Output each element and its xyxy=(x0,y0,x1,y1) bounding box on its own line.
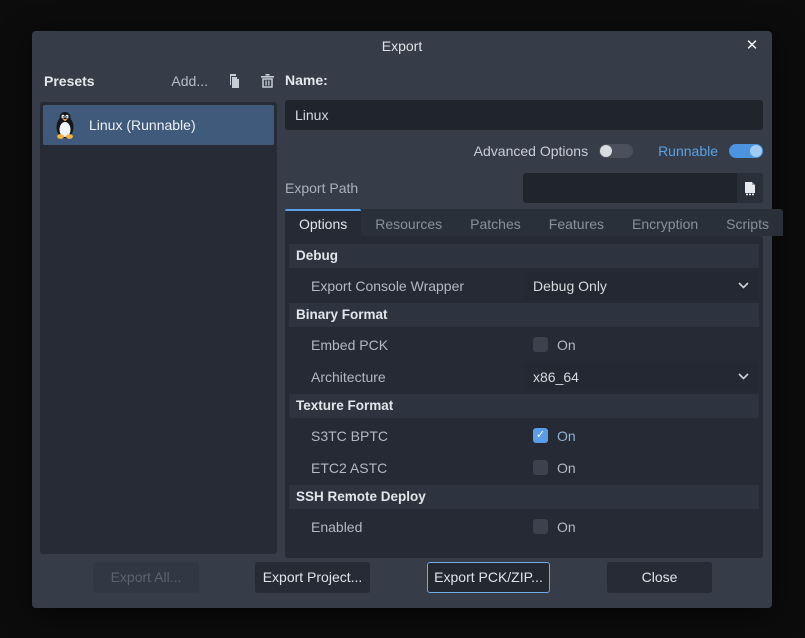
toggle-knob xyxy=(750,145,762,157)
presets-header: Presets Add... xyxy=(40,69,277,93)
add-preset-button[interactable]: Add... xyxy=(171,73,208,89)
section-header-texture-format: Texture Format xyxy=(289,394,759,418)
property-row-etc2-astc: ETC2 ASTC ✓ On xyxy=(289,453,759,482)
trash-icon xyxy=(260,73,275,89)
checkbox-label: On xyxy=(557,428,576,444)
runnable-label: Runnable xyxy=(658,143,718,159)
section-header-binary-format: Binary Format xyxy=(289,303,759,327)
tab-encryption[interactable]: Encryption xyxy=(618,209,712,236)
ssh-enabled-checkbox[interactable]: ✓ xyxy=(533,519,548,534)
tab-scripts[interactable]: Scripts xyxy=(712,209,783,236)
property-row-embed-pck: Embed PCK ✓ On xyxy=(289,330,759,359)
checkbox-label: On xyxy=(557,519,576,535)
chevron-down-icon xyxy=(738,282,749,289)
options-panel: Debug Export Console Wrapper Debug Only … xyxy=(285,236,763,558)
name-label: Name: xyxy=(285,69,763,93)
export-dialog: Export ✕ Presets Add... xyxy=(32,31,772,608)
property-row-enabled: Enabled ✓ On xyxy=(289,512,759,541)
export-pck-zip-button[interactable]: Export PCK/ZIP... xyxy=(427,562,550,593)
tab-resources[interactable]: Resources xyxy=(361,209,456,236)
property-row-s3tc-bptc: S3TC BPTC ✓ On xyxy=(289,421,759,450)
tab-features[interactable]: Features xyxy=(535,209,618,236)
s3tc-bptc-checkbox[interactable]: ✓ xyxy=(533,428,548,443)
property-label: Export Console Wrapper xyxy=(289,278,524,294)
presets-panel: Presets Add... xyxy=(40,69,277,554)
checkbox-label: On xyxy=(557,337,576,353)
copy-icon xyxy=(226,73,242,89)
architecture-dropdown[interactable]: x86_64 xyxy=(524,362,758,391)
file-icon xyxy=(743,181,757,196)
property-row-architecture: Architecture x86_64 xyxy=(289,362,759,391)
delete-preset-button[interactable] xyxy=(257,71,277,91)
export-path-row: Export Path xyxy=(285,173,763,203)
browse-path-button[interactable] xyxy=(737,173,763,203)
toggles-row: Advanced Options Runnable xyxy=(285,136,763,166)
property-label: ETC2 ASTC xyxy=(289,460,524,476)
export-project-button[interactable]: Export Project... xyxy=(255,562,370,593)
linux-tux-icon xyxy=(54,111,76,139)
property-label: S3TC BPTC xyxy=(289,428,524,444)
export-path-label: Export Path xyxy=(285,180,523,196)
name-input[interactable]: Linux xyxy=(285,100,763,130)
section-header-debug: Debug xyxy=(289,244,759,268)
property-row-export-console-wrapper: Export Console Wrapper Debug Only xyxy=(289,271,759,300)
preset-list: Linux (Runnable) xyxy=(40,102,277,554)
duplicate-preset-button[interactable] xyxy=(224,71,244,91)
dropdown-value: x86_64 xyxy=(533,369,738,385)
tab-options[interactable]: Options xyxy=(285,209,361,236)
embed-pck-checkbox[interactable]: ✓ xyxy=(533,337,548,352)
runnable-toggle[interactable] xyxy=(729,144,763,158)
advanced-options-label: Advanced Options xyxy=(474,143,588,159)
property-label: Enabled xyxy=(289,519,524,535)
tab-bar: Options Resources Patches Features Encry… xyxy=(285,209,783,236)
property-label: Architecture xyxy=(289,369,524,385)
preset-item-linux[interactable]: Linux (Runnable) xyxy=(43,105,274,145)
presets-title: Presets xyxy=(44,73,95,89)
checkbox-label: On xyxy=(557,460,576,476)
export-console-wrapper-dropdown[interactable]: Debug Only xyxy=(524,271,758,300)
section-header-ssh-remote-deploy: SSH Remote Deploy xyxy=(289,485,759,509)
export-settings: Name: Linux Advanced Options Runnable Ex… xyxy=(285,69,763,558)
preset-item-label: Linux (Runnable) xyxy=(89,117,196,133)
chevron-down-icon xyxy=(738,373,749,380)
advanced-options-toggle[interactable] xyxy=(599,144,633,158)
export-path-field xyxy=(523,173,763,203)
export-all-button: Export All... xyxy=(93,562,199,593)
dropdown-value: Debug Only xyxy=(533,278,738,294)
etc2-astc-checkbox[interactable]: ✓ xyxy=(533,460,548,475)
dialog-title: Export xyxy=(32,38,772,54)
toggle-knob xyxy=(600,145,612,157)
close-button[interactable]: Close xyxy=(607,562,712,593)
tab-patches[interactable]: Patches xyxy=(456,209,535,236)
property-label: Embed PCK xyxy=(289,337,524,353)
close-icon[interactable]: ✕ xyxy=(742,36,762,56)
